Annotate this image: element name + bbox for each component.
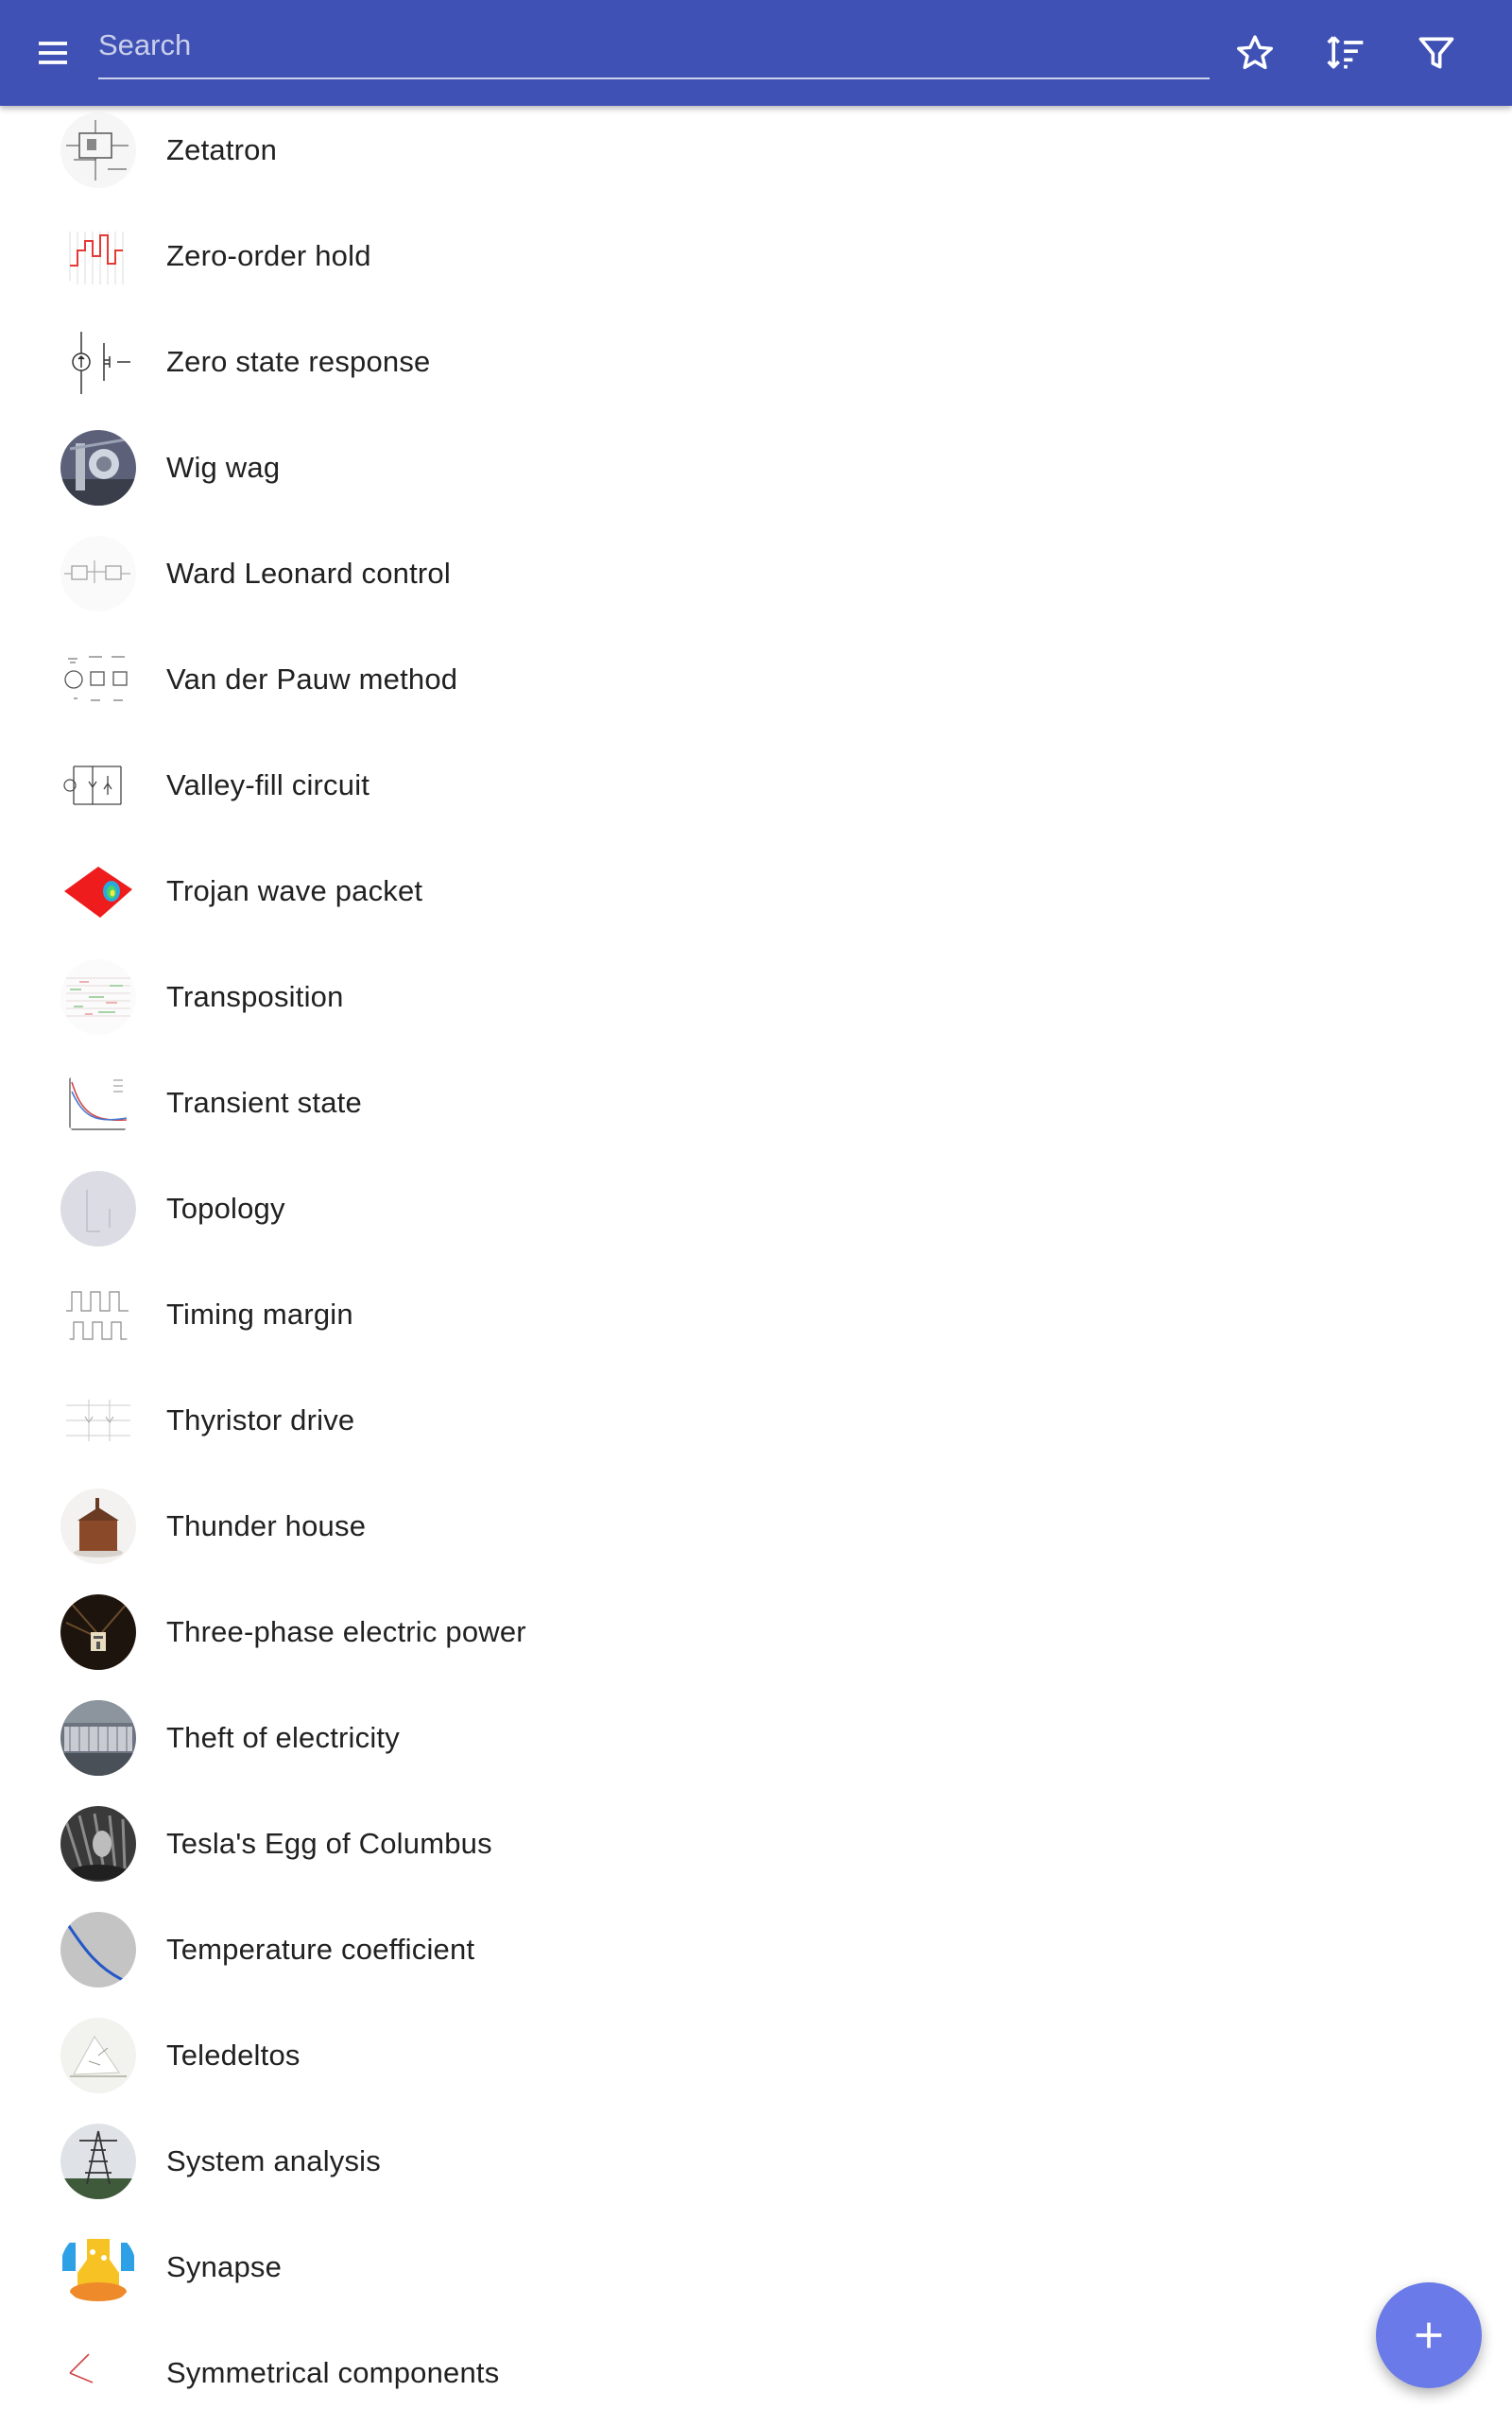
temperature-coefficient-thumbnail (60, 1912, 136, 1987)
teledeltos-thumbnail (60, 2018, 136, 2093)
list-item[interactable]: Temperature coefficient (0, 1897, 1512, 2003)
list-item[interactable]: Valley-fill circuit (0, 732, 1512, 838)
list-item[interactable]: Teledeltos (0, 2003, 1512, 2108)
list-item[interactable]: Three-phase electric power (0, 1579, 1512, 1685)
symmetrical-components-thumbnail (60, 2335, 136, 2411)
item-label: Ward Leonard control (166, 557, 451, 590)
add-button[interactable] (1376, 2282, 1482, 2388)
item-label: Valley-fill circuit (166, 768, 370, 801)
item-label: Timing margin (166, 1298, 353, 1331)
list-item[interactable]: Thyristor drive (0, 1368, 1512, 1473)
favorites-button[interactable] (1227, 25, 1283, 81)
list-item[interactable]: Transient state (0, 1050, 1512, 1156)
list-item[interactable]: Zero-order hold (0, 203, 1512, 309)
thunder-house-thumbnail (60, 1488, 136, 1564)
item-label: Teledeltos (166, 2039, 301, 2072)
theft-of-electricity-thumbnail (60, 1700, 136, 1776)
sort-button[interactable] (1317, 25, 1374, 81)
system-analysis-thumbnail (60, 2124, 136, 2199)
list-item[interactable]: System analysis (0, 2108, 1512, 2214)
item-label: Trojan wave packet (166, 874, 423, 907)
zero-state-response-thumbnail (60, 324, 136, 400)
item-label: Synapse (166, 2250, 283, 2283)
item-label: Van der Pauw method (166, 662, 458, 696)
zero-order-hold-thumbnail (60, 218, 136, 294)
list-item[interactable]: Symmetrical components (0, 2320, 1512, 2426)
sort-icon (1327, 36, 1364, 69)
list-item[interactable]: Trojan wave packet (0, 838, 1512, 944)
search-box (98, 21, 1210, 79)
item-label: Theft of electricity (166, 1721, 400, 1754)
list-item[interactable]: Van der Pauw method (0, 627, 1512, 732)
transient-state-thumbnail (60, 1065, 136, 1141)
topology-thumbnail (60, 1171, 136, 1247)
trojan-wave-packet-thumbnail (60, 853, 136, 929)
menu-button[interactable] (25, 25, 81, 81)
timing-margin-thumbnail (60, 1277, 136, 1352)
transposition-thumbnail (60, 959, 136, 1035)
list-item[interactable]: Ward Leonard control (0, 521, 1512, 627)
app-bar (0, 0, 1512, 106)
item-label: Transient state (166, 1086, 362, 1119)
item-label: System analysis (166, 2144, 381, 2177)
zetatron-thumbnail (60, 112, 136, 188)
filter-icon (1418, 37, 1454, 69)
teslas-egg-of-columbus-thumbnail (60, 1806, 136, 1882)
list-item[interactable]: Transposition (0, 944, 1512, 1050)
list-item[interactable]: Zero state response (0, 309, 1512, 415)
star-outline-icon (1237, 35, 1273, 70)
item-label: Zero state response (166, 345, 431, 378)
list-item[interactable]: Wig wag (0, 415, 1512, 521)
item-label: Temperature coefficient (166, 1933, 475, 1966)
thyristor-drive-thumbnail (60, 1383, 136, 1458)
item-label: Zero-order hold (166, 239, 371, 272)
item-label: Topology (166, 1192, 285, 1225)
item-label: Three-phase electric power (166, 1615, 526, 1648)
item-label: Wig wag (166, 451, 281, 484)
item-label: Thunder house (166, 1509, 367, 1542)
search-input[interactable] (98, 21, 1210, 70)
item-label: Tesla's Egg of Columbus (166, 1827, 492, 1860)
list-item[interactable]: Topology (0, 1156, 1512, 1262)
item-label: Transposition (166, 980, 344, 1013)
van-der-pauw-method-thumbnail (60, 642, 136, 717)
ward-leonard-control-thumbnail (60, 536, 136, 611)
menu-icon (39, 42, 67, 64)
list-item[interactable]: Theft of electricity (0, 1685, 1512, 1791)
plus-icon (1416, 2322, 1442, 2349)
article-list: Zetatron Zero-order hold Zero state resp… (0, 97, 1512, 2426)
wig-wag-thumbnail (60, 430, 136, 506)
filter-button[interactable] (1408, 25, 1465, 81)
item-label: Symmetrical components (166, 2356, 500, 2389)
list-item[interactable]: Thunder house (0, 1473, 1512, 1579)
list-item[interactable]: Timing margin (0, 1262, 1512, 1368)
list-item[interactable]: Synapse (0, 2214, 1512, 2320)
list-item[interactable]: Tesla's Egg of Columbus (0, 1791, 1512, 1897)
valley-fill-circuit-thumbnail (60, 748, 136, 823)
synapse-thumbnail (60, 2229, 136, 2305)
three-phase-electric-power-thumbnail (60, 1594, 136, 1670)
item-label: Zetatron (166, 133, 278, 166)
item-label: Thyristor drive (166, 1403, 355, 1437)
list-item[interactable]: Zetatron (0, 97, 1512, 203)
